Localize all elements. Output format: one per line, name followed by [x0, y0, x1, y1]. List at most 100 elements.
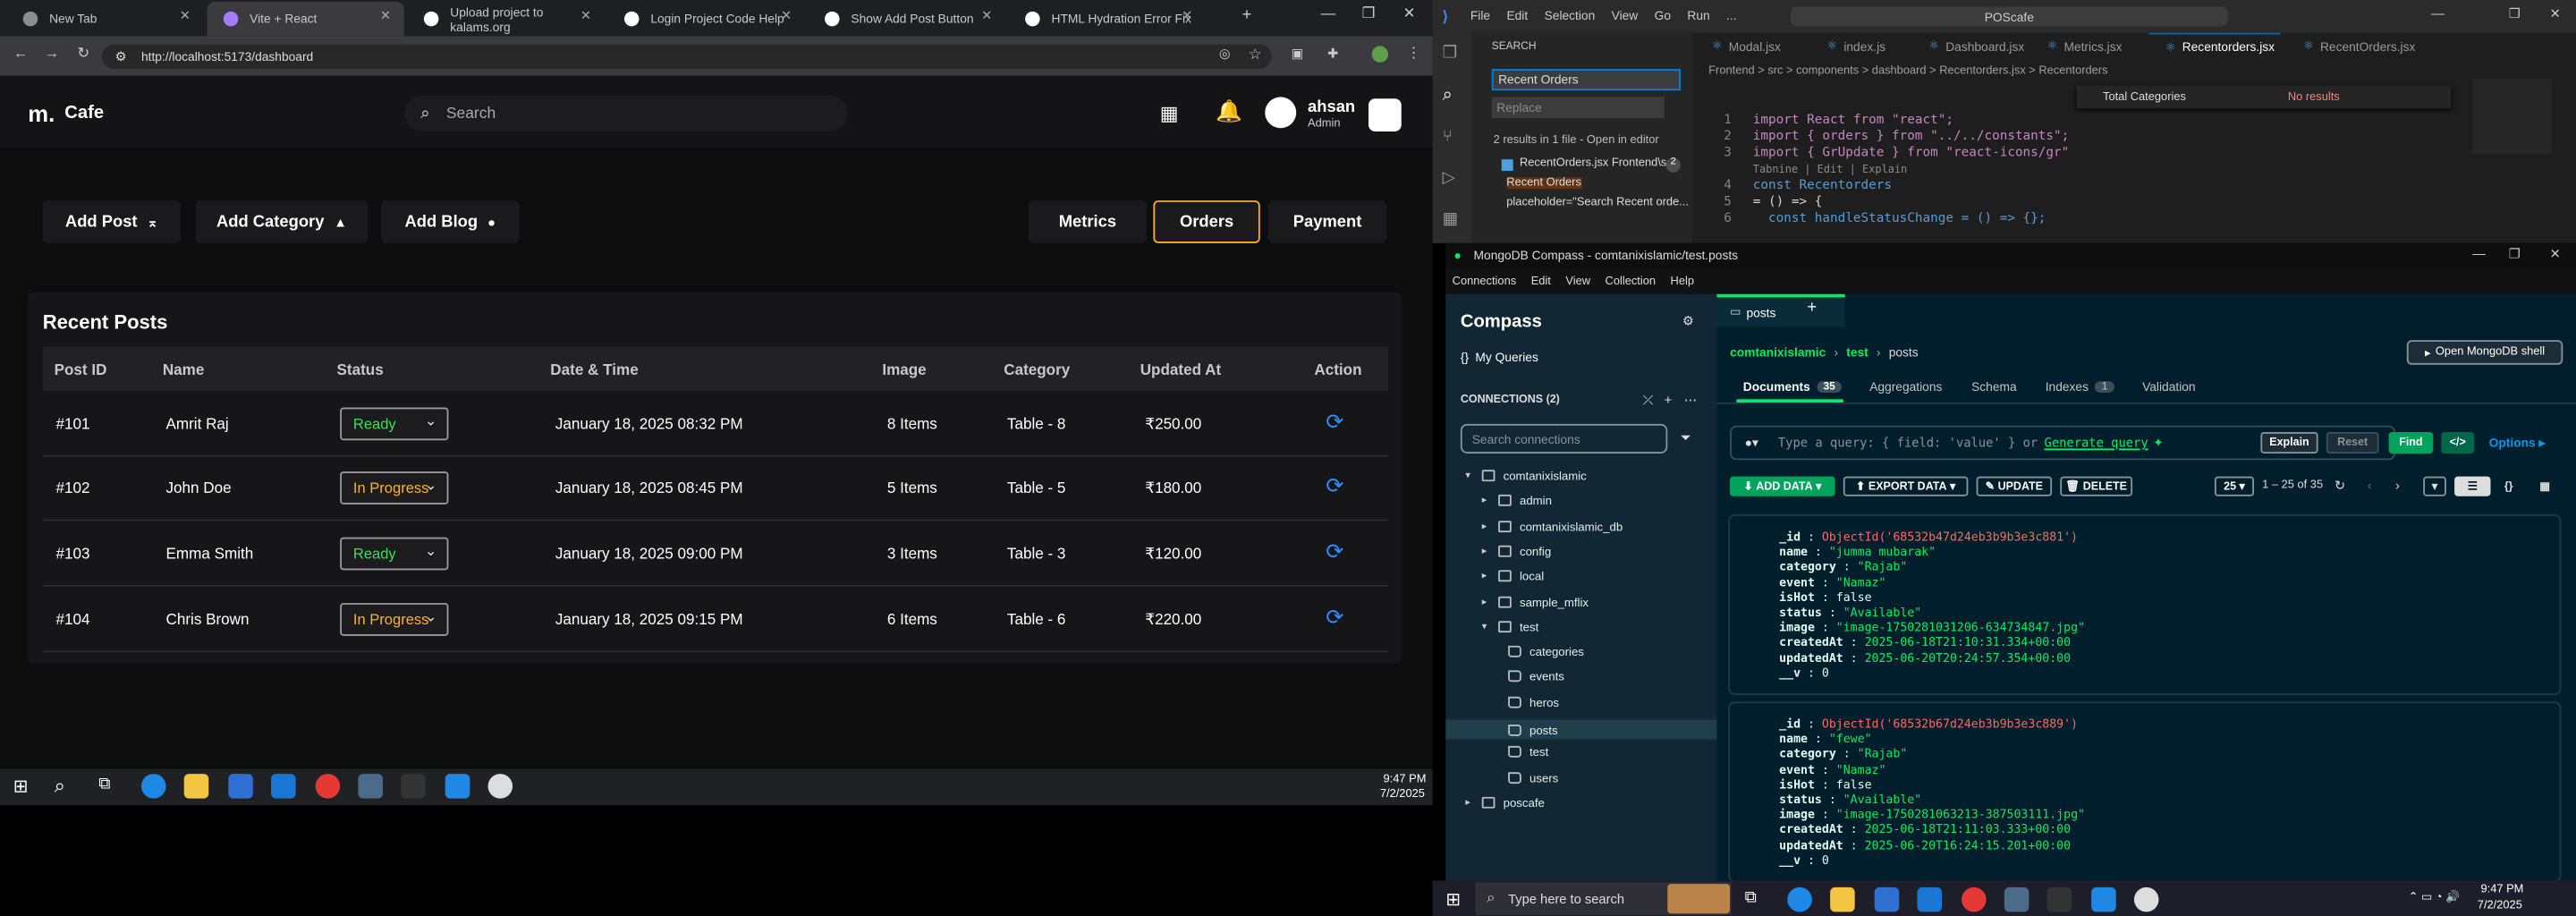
export-data-button[interactable]: ⬆ EXPORT DATA ▾	[1843, 476, 1969, 496]
tree-item[interactable]: ▸ local	[1482, 569, 1544, 584]
editor-breadcrumb[interactable]: Frontend > src > components > dashboard …	[1708, 65, 2107, 77]
editor-tab[interactable]: ⚛ index.js	[1810, 33, 1906, 59]
results-summary[interactable]: 2 results in 1 file - Open in editor	[1494, 135, 1659, 147]
tab-payment[interactable]: Payment	[1267, 200, 1387, 243]
windows-start-icon[interactable]: ⊞	[13, 776, 29, 797]
subtab[interactable]: Validation	[2142, 379, 2195, 394]
reset-button[interactable]: Reset	[2326, 432, 2379, 454]
explain-button[interactable]: Explain	[2260, 432, 2318, 454]
chrome-icon[interactable]	[315, 774, 341, 799]
open-shell-button[interactable]: ▸ Open MongoDB shell	[2406, 340, 2563, 365]
menu-item[interactable]: Edit	[1506, 8, 1528, 23]
mail-icon[interactable]	[271, 774, 296, 799]
find-button[interactable]: Find	[2388, 432, 2434, 454]
code-line[interactable]: import { GrUpdate } from "react-icons/gr…	[1753, 145, 2070, 160]
brand-logo[interactable]: m. Cafe	[28, 100, 104, 126]
subtab[interactable]: Schema	[1971, 379, 2017, 394]
tab-close-icon[interactable]: ✕	[781, 8, 792, 23]
search-match[interactable]: Recent Orders	[1506, 177, 1581, 190]
json-view-icon[interactable]: {}	[2494, 477, 2523, 496]
minimize-icon[interactable]: —	[2472, 247, 2486, 262]
search-field[interactable]: Recent Orders	[1491, 69, 1681, 91]
app-icon[interactable]	[358, 774, 383, 799]
tree-item[interactable]: ▸ poscafe	[1465, 795, 1545, 810]
browser-tab[interactable]: HTML Hydration Error Fix ✕	[1009, 2, 1206, 37]
browser-tab[interactable]: Login Project Code Help ✕	[608, 2, 805, 37]
page-size-select[interactable]: 25 ▾	[2214, 476, 2255, 496]
restore-icon[interactable]: ❐	[2509, 247, 2521, 262]
tab-close-icon[interactable]: ✕	[180, 8, 191, 23]
tray-icons[interactable]: ⌃ ▭ ◔ 🔊	[2409, 891, 2460, 903]
find-widget[interactable]: Total Categories No results	[2076, 85, 2452, 109]
restore-icon[interactable]: ❐	[2509, 6, 2521, 21]
vscode-taskbar-icon[interactable]	[445, 774, 470, 799]
refresh-icon[interactable]: ⟳	[1326, 473, 1343, 499]
url-input[interactable]: ⚙ http://localhost:5173/dashboard	[101, 44, 1272, 70]
explorer-icon[interactable]: ❐	[1443, 45, 1457, 63]
search-connections-input[interactable]: Search connections	[1460, 423, 1668, 454]
extension-icon[interactable]: ▣	[1292, 46, 1304, 61]
refresh-icon[interactable]: ⟳	[1326, 605, 1343, 631]
restore-icon[interactable]: ❐	[1362, 5, 1376, 23]
file-explorer-icon[interactable]	[183, 774, 209, 799]
update-button[interactable]: ✎ UPDATE	[1976, 476, 2053, 496]
tab-metrics[interactable]: Metrics	[1028, 200, 1148, 243]
query-options-icon[interactable]: ●▾	[1745, 436, 1758, 451]
gear-icon[interactable]: ⚙	[1682, 314, 1694, 329]
add-blog-button[interactable]: Add Blog ●	[381, 200, 520, 243]
tree-item[interactable]: events	[1508, 669, 1564, 684]
tab-close-icon[interactable]: ✕	[580, 8, 591, 23]
breadcrumb-connection[interactable]: comtanixislamic	[1730, 345, 1826, 360]
star-icon[interactable]: ☆	[1249, 46, 1262, 64]
bell-icon[interactable]: 🔔	[1216, 98, 1242, 124]
generate-query-link[interactable]: Generate query	[2045, 436, 2148, 451]
add-post-button[interactable]: Add Post ⌅	[42, 200, 182, 243]
compass-taskbar-icon[interactable]	[487, 774, 513, 799]
mail-icon[interactable]	[1917, 886, 1943, 912]
minimize-icon[interactable]: —	[2431, 6, 2445, 21]
new-tab-icon[interactable]: +	[1807, 299, 1817, 317]
tab-close-icon[interactable]: ✕	[380, 8, 391, 23]
code-line[interactable]: const Recentorders	[1753, 177, 1892, 192]
table-view-icon[interactable]: ▦	[2530, 477, 2560, 496]
editor-tab[interactable]: ⚛ Recentorders.jsx	[2148, 32, 2281, 60]
menu-item[interactable]: View	[1565, 276, 1590, 288]
minimap[interactable]	[2472, 79, 2552, 155]
profile-avatar[interactable]	[1371, 46, 1389, 63]
subtab[interactable]: Documents 35	[1743, 379, 1843, 394]
search-match[interactable]: placeholder="Search Recent orde...	[1506, 197, 1689, 208]
menu-item[interactable]: File	[1470, 8, 1490, 23]
extensions-icon[interactable]: ▦	[1443, 210, 1458, 228]
eye-off-icon[interactable]: ◎	[1219, 46, 1231, 61]
app-icon[interactable]	[2004, 886, 2029, 912]
tree-item[interactable]: ▸ admin	[1482, 494, 1552, 509]
refresh-icon[interactable]: ⟳	[1326, 539, 1343, 564]
status-select[interactable]: In Progress	[340, 471, 449, 505]
tree-item[interactable]: ▾ comtanixislamic	[1465, 468, 1586, 483]
browser-tab-active[interactable]: Vite + React ✕	[207, 1, 404, 37]
subtab[interactable]: Aggregations	[1869, 379, 1942, 394]
more-icon[interactable]: ⋯	[1684, 393, 1698, 408]
user-avatar-icon[interactable]	[1265, 97, 1297, 129]
status-select[interactable]: In Progress	[340, 603, 449, 636]
refresh-icon[interactable]: ⟳	[1326, 409, 1343, 435]
find-input[interactable]: Total Categories	[2103, 91, 2186, 103]
chrome-icon[interactable]	[1962, 886, 1987, 912]
tab-close-icon[interactable]: ✕	[981, 8, 992, 23]
menu-item[interactable]: Go	[1655, 8, 1671, 23]
forward-icon[interactable]: →	[45, 45, 60, 61]
close-icon[interactable]: ✕	[1403, 5, 1416, 23]
terminal-icon[interactable]	[2046, 886, 2072, 912]
code-line[interactable]: import React from "react";	[1753, 112, 1953, 127]
menu-item[interactable]: Selection	[1545, 8, 1596, 23]
add-connection-icon[interactable]: +	[1665, 393, 1673, 408]
command-center[interactable]: POScafe	[1791, 6, 2228, 27]
menu-item[interactable]: View	[1612, 8, 1639, 23]
windows-start-icon[interactable]: ⊞	[1445, 889, 1461, 911]
refresh-icon[interactable]: ↻	[2334, 478, 2345, 493]
code-line[interactable]: = () => {	[1753, 194, 1823, 209]
tree-item[interactable]: ▸ sample_mflix	[1482, 594, 1589, 609]
task-view-icon[interactable]: ⧉	[1745, 889, 1757, 907]
menu-item[interactable]: Connections	[1453, 276, 1516, 288]
status-select[interactable]: Ready	[340, 407, 449, 441]
